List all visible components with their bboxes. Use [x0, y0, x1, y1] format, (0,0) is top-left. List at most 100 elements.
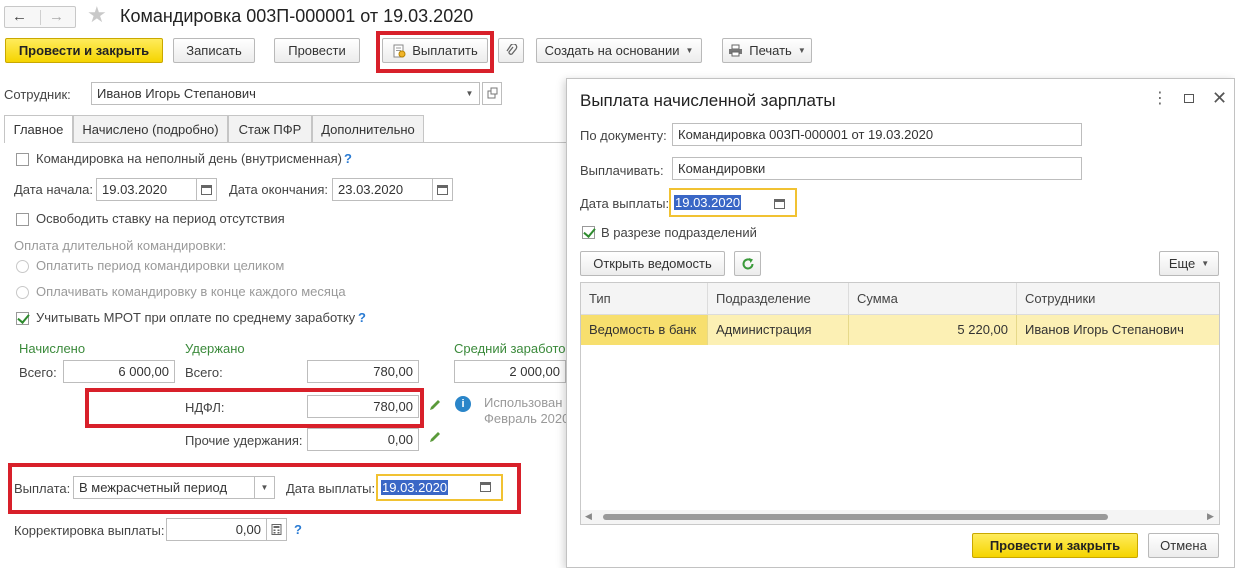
- info-icon: i: [455, 396, 471, 412]
- dialog-date-value: 19.03.2020: [674, 195, 742, 210]
- table-row-type[interactable]: Ведомость в банк: [581, 315, 708, 345]
- accrued-header: Начислено: [19, 341, 86, 356]
- calendar-icon: [774, 199, 785, 209]
- column-header-amount[interactable]: Сумма: [849, 283, 1017, 315]
- more-vertical-icon[interactable]: ⋮: [1152, 91, 1168, 107]
- help-icon[interactable]: ?: [358, 310, 366, 325]
- nav-divider: [40, 10, 41, 25]
- scrollbar-thumb[interactable]: [603, 514, 1108, 520]
- tab-additional[interactable]: Дополнительно: [312, 115, 424, 142]
- partial-day-label: Командировка на неполный день (внутрисме…: [36, 151, 342, 166]
- by-dept-label: В разрезе подразделений: [601, 225, 757, 240]
- window-title: Командировка 003П-000001 от 19.03.2020: [120, 6, 474, 26]
- help-icon[interactable]: ?: [344, 151, 352, 166]
- table-row-amount[interactable]: 5 220,00: [849, 315, 1017, 345]
- payment-label: Выплата:: [14, 481, 71, 496]
- tab-main[interactable]: Главное: [4, 115, 73, 143]
- tab-pfr-experience[interactable]: Стаж ПФР: [228, 115, 312, 142]
- post-button[interactable]: Провести: [274, 38, 360, 63]
- attach-button[interactable]: [498, 38, 524, 63]
- horizontal-scrollbar[interactable]: ◀ ▶: [581, 510, 1219, 524]
- end-date-field[interactable]: 23.03.2020: [332, 178, 433, 201]
- more-button-label: Еще: [1168, 256, 1196, 271]
- start-date-calendar[interactable]: [197, 178, 217, 201]
- chevron-down-icon: ▼: [1201, 259, 1210, 268]
- avg-earnings-header: Средний заработок: [454, 341, 566, 356]
- edit-pencil-icon[interactable]: [428, 398, 442, 412]
- help-icon[interactable]: ?: [294, 522, 302, 537]
- accrued-total-field: 6 000,00: [63, 360, 175, 383]
- favorite-star-icon[interactable]: ★: [87, 2, 107, 28]
- create-based-on-button[interactable]: Создать на основании ▼: [536, 38, 702, 63]
- printer-icon: [729, 44, 743, 57]
- column-header-department[interactable]: Подразделение: [708, 283, 849, 315]
- other-withholdings-field[interactable]: 0,00: [307, 428, 419, 451]
- refresh-button[interactable]: [734, 251, 761, 276]
- print-button[interactable]: Печать ▼: [722, 38, 812, 63]
- partial-day-checkbox[interactable]: [16, 153, 29, 166]
- column-header-employees[interactable]: Сотрудники: [1017, 283, 1219, 315]
- calendar-icon: [437, 185, 448, 195]
- employee-open-button[interactable]: [482, 82, 502, 105]
- start-date-field[interactable]: 19.03.2020: [96, 178, 197, 201]
- pay-date-value: 19.03.2020: [381, 480, 449, 495]
- open-window-icon: [487, 87, 498, 99]
- column-header-type[interactable]: Тип: [581, 283, 708, 315]
- post-and-close-button[interactable]: Провести и закрыть: [5, 38, 163, 63]
- withheld-total-field: 780,00: [307, 360, 419, 383]
- chevron-down-icon: ▼: [797, 46, 806, 55]
- employee-label: Сотрудник:: [4, 87, 71, 102]
- back-arrow-icon[interactable]: ←: [12, 8, 27, 25]
- payment-dropdown[interactable]: ▼: [255, 476, 275, 499]
- highlight-pay-button: [376, 31, 494, 73]
- correction-label: Корректировка выплаты:: [14, 523, 165, 538]
- dialog-date-calendar[interactable]: [774, 197, 788, 211]
- pay-date-calendar[interactable]: [480, 480, 494, 494]
- correction-calculator[interactable]: [267, 518, 287, 541]
- table-row-department[interactable]: Администрация: [708, 315, 849, 345]
- scroll-right-icon[interactable]: ▶: [1207, 511, 1214, 522]
- calendar-icon: [201, 185, 212, 195]
- ndfl-field[interactable]: 780,00: [307, 395, 419, 418]
- tabs-baseline: [4, 142, 566, 143]
- pay-date-label: Дата выплаты:: [286, 481, 376, 496]
- employee-field[interactable]: Иванов Игорь Степанович: [91, 82, 461, 105]
- more-button[interactable]: Еще ▼: [1159, 251, 1219, 276]
- save-button[interactable]: Записать: [173, 38, 255, 63]
- ndfl-label: НДФЛ:: [185, 400, 225, 415]
- create-based-on-label: Создать на основании: [544, 43, 680, 58]
- pay-monthly-label: Оплачивать командировку в конце каждого …: [36, 284, 346, 299]
- employee-dropdown[interactable]: ▼: [460, 82, 480, 105]
- dialog-title: Выплата начисленной зарплаты: [580, 91, 836, 110]
- calendar-icon: [480, 482, 491, 492]
- release-rate-checkbox[interactable]: [16, 213, 29, 226]
- correction-field[interactable]: 0,00: [166, 518, 267, 541]
- withheld-header: Удержано: [185, 341, 245, 356]
- maximize-icon[interactable]: [1184, 94, 1194, 103]
- dialog-cancel-button[interactable]: Отмена: [1148, 533, 1219, 558]
- payment-field[interactable]: В межрасчетный период: [73, 476, 255, 499]
- scroll-left-icon[interactable]: ◀: [585, 511, 592, 522]
- mrot-label: Учитывать МРОТ при оплате по среднему за…: [36, 310, 356, 325]
- start-date-label: Дата начала:: [14, 182, 93, 197]
- table-row-employees[interactable]: Иванов Игорь Степанович: [1017, 315, 1219, 345]
- pay-whole-radio[interactable]: [16, 260, 29, 273]
- chevron-down-icon: ▼: [685, 46, 694, 55]
- release-rate-label: Освободить ставку на период отсутствия: [36, 211, 285, 226]
- forward-arrow-icon[interactable]: →: [49, 8, 64, 25]
- pay-monthly-radio[interactable]: [16, 286, 29, 299]
- paperclip-icon: [505, 43, 517, 55]
- open-statement-button[interactable]: Открыть ведомость: [580, 251, 725, 276]
- used-info-line1: Использован: [484, 395, 563, 410]
- end-date-label: Дата окончания:: [229, 182, 328, 197]
- edit-pencil-icon[interactable]: [428, 430, 442, 444]
- tab-accrued-detailed[interactable]: Начислено (подробно): [73, 115, 228, 142]
- close-icon[interactable]: ✕: [1212, 88, 1227, 109]
- by-dept-checkbox[interactable]: [582, 226, 595, 239]
- doc-label: По документу:: [580, 128, 667, 143]
- end-date-calendar[interactable]: [433, 178, 453, 201]
- used-info-line2: Февраль 2020: [484, 411, 570, 426]
- dialog-post-close-button[interactable]: Провести и закрыть: [972, 533, 1138, 558]
- mrot-checkbox[interactable]: [16, 312, 29, 325]
- calculator-icon: [271, 524, 282, 535]
